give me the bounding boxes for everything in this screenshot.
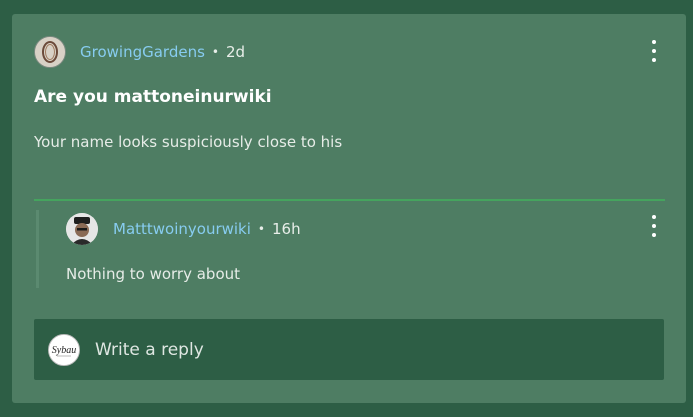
meta-separator: • [211,45,219,59]
post-timestamp[interactable]: 2d [226,43,245,61]
current-user-avatar-image: Sybau [49,334,79,365]
reply-author[interactable]: Matttwoinyourwiki [113,220,251,238]
reply-placeholder: Write a reply [95,339,204,360]
more-options-icon[interactable] [647,40,661,62]
post-title: Are you mattoneinurwiki [34,87,272,107]
reply-avatar-image [66,213,98,245]
comment-separator [34,199,665,201]
post-header: GrowingGardens • 2d [34,36,245,68]
post-body: Your name looks suspiciously close to hi… [34,133,343,151]
comment-card: GrowingGardens • 2d Are you mattoneinurw… [12,14,686,403]
reply-input[interactable]: Sybau Write a reply [34,319,664,380]
post-author[interactable]: GrowingGardens [80,43,205,61]
thread-line[interactable] [36,210,39,288]
reply-avatar[interactable] [66,213,98,245]
avatar[interactable] [34,36,66,68]
current-user-avatar: Sybau [48,333,80,366]
reply-header: Matttwoinyourwiki • 16h [66,213,301,245]
reply-more-options-icon[interactable] [647,215,661,237]
avatar-image [35,37,65,67]
meta-separator: • [257,222,265,236]
reply-timestamp[interactable]: 16h [272,220,301,238]
svg-text:Sybau: Sybau [52,345,76,356]
reply-body: Nothing to worry about [66,265,241,283]
